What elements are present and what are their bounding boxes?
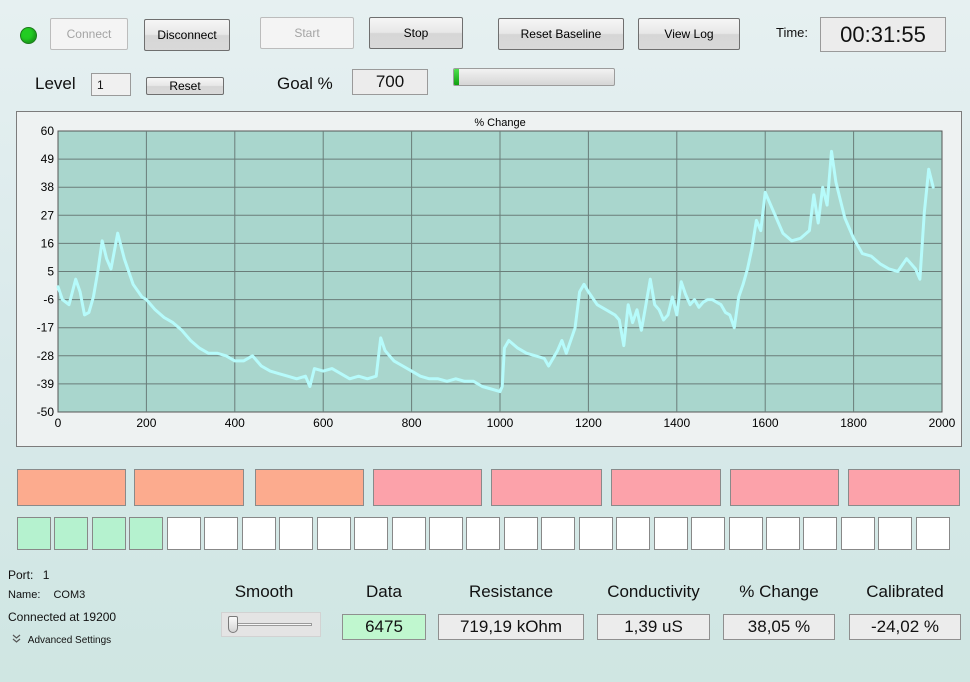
level-square	[241, 517, 276, 550]
level-square	[54, 517, 89, 550]
level-square	[578, 517, 613, 550]
y-tick-label: 27	[41, 208, 55, 222]
level-segment	[255, 469, 364, 506]
name-info: Name: COM3	[8, 589, 85, 601]
advanced-settings-toggle[interactable]: Advanced Settings	[12, 634, 111, 646]
level-square	[840, 517, 875, 550]
y-tick-label: -50	[37, 405, 55, 419]
smooth-slider-track	[228, 623, 312, 626]
y-tick-label: 60	[41, 124, 55, 138]
data-label: Data	[366, 582, 402, 601]
port-value: 1	[42, 568, 50, 582]
port-info: Port: 1	[8, 568, 49, 582]
conductivity-label: Conductivity	[607, 582, 700, 601]
x-tick-label: 200	[136, 416, 156, 430]
smooth-slider-thumb[interactable]	[228, 616, 238, 633]
double-chevron-down-icon	[12, 634, 21, 646]
port-label: Port:	[8, 568, 34, 582]
level-square	[503, 517, 538, 550]
data-value: 6475	[342, 614, 426, 640]
level-segment	[611, 469, 721, 506]
level-square	[129, 517, 164, 550]
y-tick-label: 38	[41, 180, 55, 194]
level-segment	[17, 469, 126, 506]
level-square	[316, 517, 351, 550]
level-segment	[848, 469, 960, 506]
level-square	[428, 517, 463, 550]
level-segment	[491, 469, 602, 506]
chart-title: % Change	[474, 117, 525, 129]
conductivity-value: 1,39 uS	[597, 614, 710, 640]
level-square	[803, 517, 838, 550]
level-square	[653, 517, 688, 550]
reset-baseline-button[interactable]: Reset Baseline	[498, 18, 624, 50]
resistance-value: 719,19 kOhm	[438, 614, 584, 640]
calibrated-value: -24,02 %	[849, 614, 961, 640]
y-tick-label: 5	[47, 265, 54, 279]
level-segment	[373, 469, 482, 506]
x-tick-label: 400	[225, 416, 245, 430]
level-square	[691, 517, 726, 550]
name-value: COM3	[53, 589, 86, 601]
goal-progress-bar	[453, 68, 615, 86]
view-log-button[interactable]: View Log	[638, 18, 740, 50]
advanced-settings-label: Advanced Settings	[27, 635, 112, 646]
time-display: 00:31:55	[820, 17, 946, 52]
level-label: Level	[35, 74, 76, 93]
connected-status: Connected at 19200	[8, 610, 117, 624]
x-tick-label: 1200	[575, 416, 602, 430]
level-square	[391, 517, 426, 550]
percent-change-chart: % Change 0 200 400 600 800 1000 1200 1400 1600 180…	[16, 111, 962, 447]
calibrated-label: Calibrated	[866, 582, 944, 601]
level-input[interactable]: 1	[91, 73, 131, 96]
level-square	[204, 517, 239, 550]
level-segment	[134, 469, 244, 506]
level-square	[541, 517, 576, 550]
resistance-label: Resistance	[468, 582, 554, 601]
x-tick-label: 800	[402, 416, 422, 430]
level-square	[279, 517, 314, 550]
level-square	[915, 517, 950, 550]
x-tick-label: 1400	[663, 416, 690, 430]
level-segment	[730, 469, 839, 506]
x-tick-label: 0	[55, 416, 62, 430]
level-square	[878, 517, 913, 550]
smooth-label: Smooth	[234, 582, 294, 601]
percent-change-label: % Change	[739, 582, 819, 601]
y-tick-label: 16	[41, 236, 55, 250]
x-tick-label: 2000	[929, 416, 956, 430]
chart-svg: % Change 0 200 400 600 800 1000 1200 1400 1600 180…	[37, 117, 956, 430]
y-tick-label: -6	[43, 293, 54, 307]
level-square	[728, 517, 763, 550]
level-square	[466, 517, 501, 550]
goal-label: Goal %	[277, 74, 333, 93]
start-button[interactable]: Start	[260, 17, 354, 49]
stop-button[interactable]: Stop	[369, 17, 463, 49]
connection-status-led	[20, 27, 37, 44]
percent-change-value: 38,05 %	[723, 614, 835, 640]
goal-progress-fill	[454, 69, 459, 85]
disconnect-button[interactable]: Disconnect	[144, 19, 230, 51]
y-tick-label: 49	[41, 152, 55, 166]
level-square	[354, 517, 389, 550]
smooth-slider[interactable]	[221, 612, 321, 637]
name-label: Name:	[8, 589, 41, 601]
connect-button[interactable]: Connect	[50, 18, 128, 50]
level-square	[166, 517, 201, 550]
level-reset-button[interactable]: Reset	[146, 77, 224, 95]
time-label: Time:	[776, 25, 809, 40]
level-square	[17, 517, 51, 550]
x-tick-label: 1800	[840, 416, 867, 430]
x-tick-label: 1000	[487, 416, 514, 430]
y-tick-label: -39	[37, 377, 55, 391]
y-tick-label: -17	[37, 321, 55, 335]
x-tick-label: 1600	[752, 416, 779, 430]
y-tick-label: -28	[37, 349, 55, 363]
level-square	[766, 517, 800, 550]
level-square	[616, 517, 651, 550]
goal-input[interactable]: 700	[352, 69, 428, 95]
x-tick-label: 600	[313, 416, 333, 430]
level-square	[91, 517, 126, 550]
